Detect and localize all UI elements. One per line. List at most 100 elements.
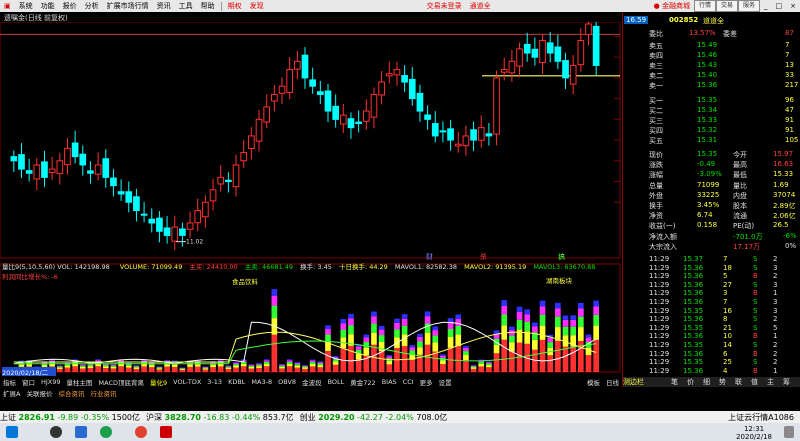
volume-bar-segment <box>470 367 477 369</box>
notification-icon[interactable] <box>784 426 794 438</box>
menu-item-options[interactable]: 期权 <box>224 1 246 11</box>
menu-item-0[interactable]: 系统 <box>15 1 37 11</box>
quote-button[interactable]: 行情 <box>693 0 716 12</box>
stat-value: -3.09% <box>697 170 722 179</box>
tab-1[interactable]: 窗口 <box>19 377 38 387</box>
volume-bar-segment <box>570 319 577 327</box>
ptab-0[interactable]: 笔 <box>671 377 678 387</box>
windows-start-icon[interactable] <box>6 426 18 438</box>
browser-icon[interactable] <box>100 426 112 438</box>
menu-item-1[interactable]: 功能 <box>37 1 59 11</box>
stat-label: 涨跌 <box>649 161 663 170</box>
taskview-icon[interactable] <box>75 426 87 438</box>
chrome-icon[interactable] <box>135 426 147 438</box>
ptab-1[interactable]: 价 <box>687 377 694 387</box>
search-icon[interactable] <box>50 426 62 438</box>
mall-button[interactable]: ● 金融商城 <box>650 1 694 11</box>
sidebar-toggle[interactable]: 测边栏 <box>623 377 644 387</box>
tab-13[interactable]: 黄金722 <box>347 377 378 387</box>
ptab-6[interactable]: 主 <box>767 377 774 387</box>
tab2-0[interactable]: 扩展A <box>0 388 23 398</box>
volume-bar-segment <box>309 363 316 367</box>
tab-16[interactable]: 更多 <box>417 377 436 387</box>
tab-10[interactable]: OBV8 <box>275 378 299 386</box>
close-icon[interactable]: × <box>786 2 800 10</box>
candle-body <box>125 191 133 203</box>
trading-app-icon[interactable] <box>160 426 172 438</box>
volume-bar-segment <box>340 329 347 338</box>
volume-bar-segment <box>562 326 569 336</box>
candle-body <box>470 129 477 141</box>
volume-bar-segment <box>294 363 301 365</box>
volume-bar-segment <box>539 314 546 326</box>
tab-5[interactable]: 量化9 <box>147 377 170 387</box>
menu-item-4[interactable]: 扩展市场行情 <box>103 1 153 11</box>
tag-sha: 杀 <box>480 253 487 261</box>
volume-bar-segment <box>202 369 209 372</box>
menu-item-2[interactable]: 报价 <box>59 1 81 11</box>
volume-bar-segment <box>271 305 278 319</box>
ptab-3[interactable]: 势 <box>719 377 726 387</box>
tab-15[interactable]: CCI <box>400 378 417 386</box>
tab-11[interactable]: 金波段 <box>299 377 325 387</box>
volume-bar-segment <box>371 332 377 345</box>
menu-item-discover[interactable]: 发现 <box>246 1 268 11</box>
trade-button[interactable]: 交易 <box>715 0 738 12</box>
volume-bar-segment <box>516 306 523 312</box>
stat-value-2: 2.89亿 <box>773 202 796 210</box>
service-button[interactable]: 服务 <box>738 0 761 12</box>
template-button[interactable]: 模板 <box>584 377 603 387</box>
tab-2[interactable]: HJX99 <box>38 378 64 386</box>
tab-8[interactable]: KDBL <box>225 378 248 386</box>
menu-item-7[interactable]: 帮助 <box>197 1 219 11</box>
tab-0[interactable]: 指标 <box>0 377 19 387</box>
tab-17[interactable]: 设置 <box>436 377 455 387</box>
tab-6[interactable]: VOL-TDX <box>170 378 204 386</box>
volume-bar-segment <box>455 325 462 335</box>
stat-value: 3.45% <box>697 201 720 209</box>
maximize-icon[interactable]: □ <box>772 2 787 10</box>
tick-volume: 3 <box>723 289 728 298</box>
volume-bar-segment <box>417 333 423 337</box>
candle-body <box>286 69 294 93</box>
tab-3[interactable]: 量柱主图 <box>64 377 96 387</box>
ptab-4[interactable]: 联 <box>735 377 742 387</box>
tick-volume: 27 <box>723 280 732 289</box>
channel-link[interactable]: 通道全 <box>466 1 495 11</box>
volume-bar-segment <box>171 364 178 367</box>
tab-7[interactable]: 3-13 <box>204 378 225 386</box>
ptab-7[interactable]: 筹 <box>783 377 790 387</box>
index-shanghai[interactable]: 上证 2826.91 -9.89 -0.35% 1500亿 <box>0 412 140 423</box>
minimize-icon[interactable]: _ <box>760 2 772 10</box>
menu-separator <box>220 1 222 11</box>
tab-12[interactable]: BOLL <box>325 378 348 386</box>
menu-item-6[interactable]: 工具 <box>175 1 197 11</box>
volume-bar-segment <box>509 335 515 343</box>
kline-chart[interactable]: 16.0015.5015.0014.5014.0013.5013.0012.50… <box>0 22 622 377</box>
volume-bar-segment <box>64 364 71 366</box>
ask-label: 卖四 <box>649 52 663 60</box>
volume-bar-segment <box>225 368 232 372</box>
volume-bar-segment <box>585 355 592 372</box>
ptab-2[interactable]: 细 <box>703 377 710 387</box>
menu-item-3[interactable]: 分析 <box>81 1 103 11</box>
volume-bar-segment <box>110 365 117 367</box>
trade-login-link[interactable]: 交易未登录 <box>423 1 466 11</box>
menu-item-5[interactable]: 资讯 <box>153 1 175 11</box>
volume-bar-segment <box>424 316 431 324</box>
index-hushen[interactable]: 沪深 3828.70 -16.83 -0.44% 853.7亿 <box>146 412 294 423</box>
volume-bar-segment <box>378 342 385 352</box>
tab2-3[interactable]: 行业资讯 <box>87 388 119 398</box>
volume-bar-segment <box>248 366 255 369</box>
tab-9[interactable]: MA3-8 <box>248 378 275 386</box>
volume-bar-segment <box>87 367 94 372</box>
volume-bar-segment <box>256 363 262 364</box>
volume-bar-segment <box>294 362 301 364</box>
index-chuangye[interactable]: 创业 2029.20 -42.27 -2.04% 708.0亿 <box>300 412 448 423</box>
tab2-1[interactable]: 关联报价 <box>23 388 55 398</box>
tab-14[interactable]: BIAS <box>379 378 400 386</box>
ptab-5[interactable]: 值 <box>751 377 758 387</box>
tab-4[interactable]: MACD顶底背离 <box>96 377 147 387</box>
daily-button[interactable]: 日线 <box>603 377 622 387</box>
tab2-2[interactable]: 综合资讯 <box>55 388 87 398</box>
